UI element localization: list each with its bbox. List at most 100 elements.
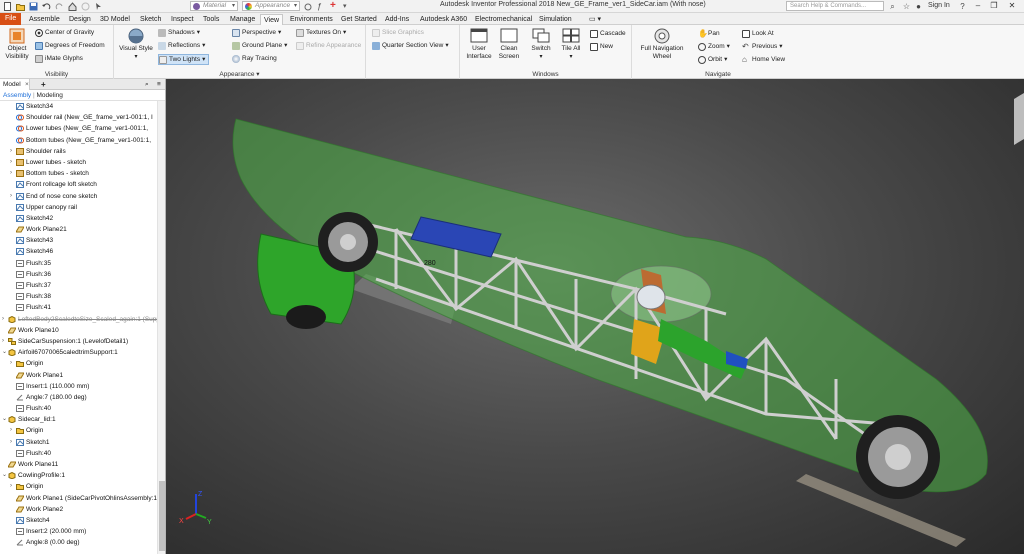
- degrees-of-freedom-toggle[interactable]: Degrees of Freedom: [35, 41, 105, 50]
- favorites-icon[interactable]: ☆: [902, 2, 911, 11]
- undo-icon[interactable]: [42, 2, 51, 11]
- browser-node[interactable]: Sketch34: [0, 101, 158, 112]
- ray-tracing-button[interactable]: Ray Tracing: [232, 54, 277, 63]
- browser-node[interactable]: › Sketch1: [0, 437, 158, 448]
- browser-node[interactable]: Sketch46: [0, 246, 158, 257]
- browser-node[interactable]: Sketch43: [0, 235, 158, 246]
- home-icon[interactable]: [68, 2, 77, 11]
- expand-toggle-icon[interactable]: ›: [10, 191, 15, 202]
- material-combo[interactable]: Material ▾: [190, 1, 238, 11]
- user-icon[interactable]: ●: [914, 2, 923, 11]
- tab-view[interactable]: View: [260, 14, 284, 25]
- browser-menu-icon[interactable]: ≡: [154, 79, 164, 90]
- browser-scrollbar-thumb[interactable]: [159, 481, 165, 551]
- tab-3d-model[interactable]: 3D Model: [97, 14, 133, 25]
- appearance-combo[interactable]: Appearance ▾: [242, 1, 300, 11]
- expand-toggle-icon[interactable]: ›: [10, 157, 15, 168]
- browser-node[interactable]: ⌄ Sidecar_lid:1: [0, 414, 158, 425]
- expand-toggle-icon[interactable]: ›: [10, 437, 15, 448]
- expand-toggle-icon[interactable]: ›: [10, 481, 15, 492]
- new-file-icon[interactable]: [3, 2, 12, 11]
- textures-on-button[interactable]: Textures On ▾: [296, 28, 346, 37]
- browser-node[interactable]: Flush:37: [0, 280, 158, 291]
- sign-in-link[interactable]: Sign In: [928, 2, 950, 9]
- browser-node[interactable]: › SideCarSuspension:1 (LevelofDetail1): [0, 336, 158, 347]
- shadows-button[interactable]: Shadows ▾: [158, 28, 200, 37]
- expand-toggle-icon[interactable]: ›: [2, 314, 7, 325]
- center-of-gravity-toggle[interactable]: Center of Gravity: [35, 28, 94, 37]
- expand-toggle-icon[interactable]: ⌄: [2, 347, 7, 358]
- cascade-button[interactable]: Cascade: [590, 29, 626, 38]
- add-browser-tab[interactable]: +: [38, 79, 49, 90]
- browser-node[interactable]: Flush:41: [0, 302, 158, 313]
- imate-glyphs-toggle[interactable]: iMate Glyphs: [35, 54, 83, 63]
- close-model-tab[interactable]: ×: [22, 79, 32, 90]
- perspective-button[interactable]: Perspective ▾: [232, 28, 281, 37]
- browser-node[interactable]: Insert:2 (20.000 mm): [0, 526, 158, 537]
- select-icon[interactable]: [94, 2, 103, 11]
- tab-sketch[interactable]: Sketch: [137, 14, 164, 25]
- save-icon[interactable]: [29, 2, 38, 11]
- browser-node[interactable]: › Bottom tubes - sketch: [0, 168, 158, 179]
- browser-node[interactable]: Sketch4: [0, 515, 158, 526]
- browser-search-icon[interactable]: ⌕: [142, 79, 152, 90]
- minimize-button[interactable]: –: [972, 1, 984, 11]
- switch-window-button[interactable]: Switch ▾: [528, 28, 554, 61]
- browser-node[interactable]: › Origin: [0, 358, 158, 369]
- expand-toggle-icon[interactable]: ⌄: [2, 470, 7, 481]
- browser-node[interactable]: Lower tubes (New_GE_frame_ver1-001:1,: [0, 123, 158, 134]
- reflections-button[interactable]: Reflections ▾: [158, 41, 205, 50]
- browser-scrollbar[interactable]: [157, 101, 165, 554]
- browser-node[interactable]: Flush:40: [0, 403, 158, 414]
- tab-tools[interactable]: Tools: [200, 14, 222, 25]
- browser-node[interactable]: Work Plane11: [0, 459, 158, 470]
- browser-node[interactable]: Insert:1 (110.000 mm): [0, 381, 158, 392]
- browser-node[interactable]: ⌄ CowlingProfile:1: [0, 470, 158, 481]
- dimension-label[interactable]: 280: [424, 260, 436, 267]
- visual-style-button[interactable]: Visual Style ▾: [116, 28, 156, 61]
- previous-view-button[interactable]: ↶ Previous ▾: [742, 42, 783, 51]
- close-window-button[interactable]: ✕: [1006, 1, 1018, 11]
- new-window-button[interactable]: New: [590, 42, 613, 51]
- full-navigation-wheel-button[interactable]: Full Navigation Wheel: [636, 28, 688, 61]
- browser-node[interactable]: Sketch42: [0, 213, 158, 224]
- browser-node[interactable]: › Lower tubes - sketch: [0, 157, 158, 168]
- browser-node[interactable]: › Origin: [0, 425, 158, 436]
- add-icon[interactable]: +: [330, 1, 339, 11]
- parameters-icon[interactable]: ƒ: [317, 2, 326, 11]
- orbit-button[interactable]: Orbit ▾: [698, 55, 727, 64]
- ground-plane-button[interactable]: Ground Plane ▾: [232, 41, 287, 50]
- rear-wheel[interactable]: [856, 415, 940, 499]
- browser-node[interactable]: Angle:7 (180.00 deg): [0, 392, 158, 403]
- restore-button[interactable]: ❐: [988, 1, 1000, 11]
- expand-toggle-icon[interactable]: ›: [10, 425, 15, 436]
- tab-get-started[interactable]: Get Started: [338, 14, 380, 25]
- assembly-mode-link[interactable]: Assembly: [3, 92, 31, 99]
- expand-toggle-icon[interactable]: ›: [10, 146, 15, 157]
- help-icon[interactable]: ?: [958, 2, 967, 11]
- tab-electromechanical[interactable]: Electromechanical: [472, 14, 535, 25]
- measure-icon[interactable]: [304, 2, 313, 11]
- open-folder-icon[interactable]: [16, 2, 25, 11]
- pan-button[interactable]: ✋ Pan: [698, 29, 720, 38]
- lighting-dropdown[interactable]: Two Lights ▾: [158, 54, 210, 65]
- sidecar-wheel[interactable]: [286, 305, 326, 329]
- look-at-button[interactable]: Look At: [742, 29, 774, 38]
- browser-node[interactable]: Work Plane1 (SideCarPivotOhlinsAssembly:…: [0, 493, 158, 504]
- graphics-viewport[interactable]: 280 Z X Y: [166, 79, 1024, 554]
- tab-autodesk-a360[interactable]: Autodesk A360: [417, 14, 470, 25]
- tab-environments[interactable]: Environments: [287, 14, 336, 25]
- refine-appearance-button[interactable]: Refine Appearance: [296, 41, 361, 50]
- tab-inspect[interactable]: Inspect: [168, 14, 197, 25]
- front-wheel[interactable]: [318, 212, 378, 272]
- browser-node[interactable]: Upper canopy rail: [0, 202, 158, 213]
- browser-node[interactable]: › Origin: [0, 481, 158, 492]
- browser-node[interactable]: Angle:8 (0.00 deg): [0, 537, 158, 548]
- clean-screen-button[interactable]: Clean Screen: [496, 28, 522, 61]
- expand-toggle-icon[interactable]: ›: [2, 336, 7, 347]
- tile-all-button[interactable]: Tile All ▾: [558, 28, 584, 61]
- browser-node[interactable]: Work Plane2: [0, 504, 158, 515]
- slice-graphics-button[interactable]: Slice Graphics: [372, 28, 424, 37]
- object-visibility-button[interactable]: Object Visibility: [2, 28, 32, 61]
- search-help-input[interactable]: Search Help & Commands...: [786, 1, 884, 11]
